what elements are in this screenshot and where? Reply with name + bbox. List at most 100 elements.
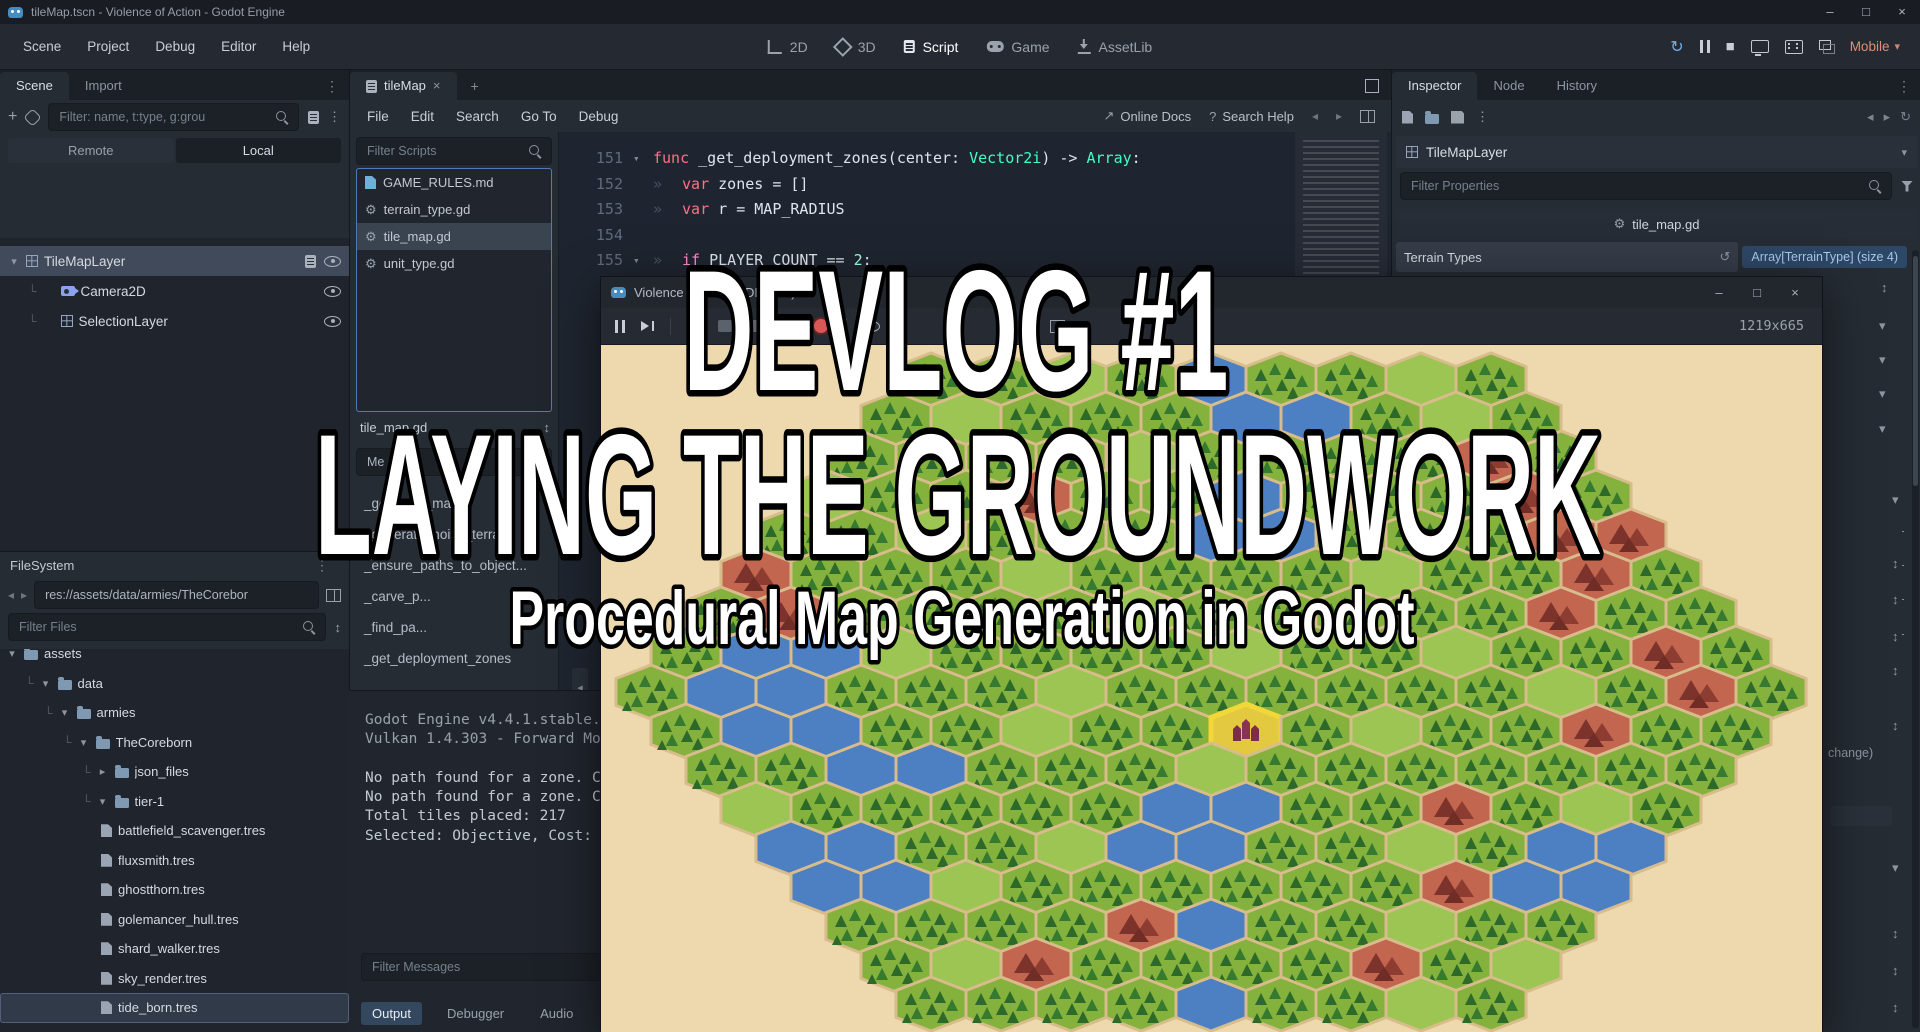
workspace-3d[interactable]: 3D [836,39,876,55]
fs-item-data[interactable]: └▾data [0,669,349,699]
method-item-find-pa[interactable]: _find_pa... [350,612,558,643]
script-forward-icon[interactable]: ▸ [1336,109,1342,123]
visibility-eye-icon[interactable] [324,285,341,298]
fold-arrow-icon[interactable]: ▾ [633,248,653,274]
visibility-eye-icon[interactable] [324,255,341,268]
clipped-button[interactable] [1830,806,1892,826]
expand-arrow-icon[interactable]: ▾ [59,706,71,719]
select-2d-toggle[interactable] [778,317,796,335]
fs-item-armies[interactable]: └▾armies [0,698,349,728]
menu-editor[interactable]: Editor [208,39,269,54]
edited-object-row[interactable]: TileMapLayer ▾ [1396,136,1917,168]
value-stepper-icon[interactable]: ↕ [1892,663,1899,678]
value-stepper-icon[interactable]: ↕ [1892,926,1899,941]
remote-window-button[interactable] [1751,40,1769,53]
input-mode-button[interactable] [687,320,702,332]
close-button[interactable]: × [1778,285,1812,300]
bottom-tab-output[interactable]: Output [361,1002,422,1025]
script-item-terrain-type-gd[interactable]: ⚙terrain_type.gd [357,196,551,223]
method-item-ensure-paths-to-object[interactable]: _ensure_paths_to_object... [350,550,558,581]
bottom-tab-audio[interactable]: Audio [529,1002,584,1025]
bottom-tab-debugger[interactable]: Debugger [436,1002,515,1025]
value-stepper-icon[interactable]: ↕ [1892,718,1899,733]
fs-item-json-files[interactable]: └▸json_files [0,757,349,787]
revert-icon[interactable]: ↺ [1720,249,1731,265]
array-stepper-icon[interactable]: ↕ [1881,280,1888,295]
sort-files-icon[interactable]: ↕ [335,620,342,635]
fs-item-assets[interactable]: ▾assets [0,649,349,669]
script-item-game-rules-md[interactable]: GAME_RULES.md [357,169,551,196]
visibility-toggle[interactable] [863,320,880,333]
attach-script-button[interactable] [308,111,319,124]
value-stepper-icon[interactable]: ↕ [1892,1000,1899,1015]
fs-item-thecoreborn[interactable]: └▾TheCoreborn [0,728,349,758]
split-view-icon[interactable] [326,589,341,602]
float-panel-icon[interactable] [1360,110,1375,123]
script-section-header[interactable]: ⚙ tile_map.gd [1396,210,1917,238]
value-stepper-icon[interactable]: ↕ [1892,592,1899,607]
method-item-carve-p[interactable]: _carve_p... [350,581,558,612]
load-resource-icon[interactable] [1425,114,1439,124]
scene-node-tilemaplayer[interactable]: ▾TileMapLayer [0,246,349,276]
script-badge-icon[interactable] [305,255,316,268]
fs-item-shard-walker-tres[interactable]: shard_walker.tres [0,934,349,964]
scene-menu-icon[interactable]: ⋮ [328,109,341,125]
script-back-icon[interactable]: ◂ [1312,109,1318,123]
inspector-tab-node[interactable]: Node [1477,72,1540,100]
expand-arrow-icon[interactable]: ▾ [97,795,109,808]
section-chevron-icon[interactable]: ▾ [1892,860,1899,876]
scene-dock-tab-import[interactable]: Import [69,72,138,100]
filter-options-icon[interactable] [1901,181,1913,192]
run-instances-button[interactable] [1819,40,1834,53]
filesystem-filter-input[interactable] [17,619,296,635]
fs-item-fluxsmith-tres[interactable]: fluxsmith.tres [0,846,349,876]
scene-node-selectionlayer[interactable]: └SelectionLayer [0,306,349,336]
fit-window-button[interactable] [1050,320,1065,333]
close-tab-icon[interactable]: × [433,72,441,100]
maximize-button[interactable]: □ [1740,285,1774,300]
menu-scene[interactable]: Scene [10,39,74,54]
camera-override-button[interactable] [748,320,762,332]
new-tab-button[interactable]: + [461,72,489,100]
scene-filter-input[interactable] [57,109,269,125]
fs-item-tide-born-tres[interactable]: tide_born.tres [0,993,349,1023]
node-type-button[interactable] [718,320,732,332]
script-menu-search[interactable]: Search [445,109,510,124]
dock-options-icon[interactable]: ⋮ [315,72,349,100]
online-docs-link[interactable]: ↗ Online Docs [1103,108,1191,124]
suspend-button[interactable] [615,320,625,333]
inspector-history-icon[interactable]: ↻ [1900,109,1911,125]
scene-dock-tab-scene[interactable]: Scene [0,72,69,100]
value-stepper-icon[interactable]: ↕ [1892,556,1899,571]
method-item-generate-noise-terrain[interactable]: _generate_noise_terrain [350,519,558,550]
workspace-assetlib[interactable]: AssetLib [1078,39,1153,55]
fs-item-golemancer-hull-tres[interactable]: golemancer_hull.tres [0,905,349,935]
workspace-2d[interactable]: 2D [768,39,808,55]
filter-messages-input[interactable] [370,959,622,975]
history-back-icon[interactable]: ◂ [8,588,14,602]
selection-mode-button[interactable] [896,319,908,334]
minimize-button[interactable]: – [1702,285,1736,300]
script-menu-file[interactable]: File [356,109,400,124]
method-item-generate-map[interactable]: _generate_map [350,488,558,519]
menu-help[interactable]: Help [269,39,323,54]
element-chevron-icon[interactable]: ▾ [1879,386,1886,402]
element-chevron-icon[interactable]: ▾ [1879,352,1886,368]
filter-methods-input[interactable] [365,454,543,470]
expand-arrow-icon[interactable]: ▾ [6,649,18,660]
inspector-options-icon[interactable]: ⋮ [1887,72,1920,100]
menu-debug[interactable]: Debug [142,39,208,54]
game-window-titlebar[interactable]: Violence of Action (DEBUG) – □ × [601,277,1822,308]
new-resource-icon[interactable] [1402,111,1413,124]
restart-button[interactable]: ↻ [1670,37,1683,57]
expand-editor-button[interactable] [1353,72,1391,100]
fs-item-battlefield-scavenger-tres[interactable]: battlefield_scavenger.tres [0,816,349,846]
select-3d-toggle[interactable] [812,317,830,335]
property-name-cell[interactable]: Terrain Types ↺ [1396,242,1738,272]
script-item-unit-type-gd[interactable]: ⚙unit_type.gd [357,250,551,277]
inspector-back-icon[interactable]: ◂ [1867,109,1874,125]
minimize-button[interactable]: – [1812,0,1848,24]
search-help-link[interactable]: ? Search Help [1209,109,1294,124]
remote-button[interactable]: Remote [8,138,174,163]
script-menu-go-to[interactable]: Go To [510,109,568,124]
